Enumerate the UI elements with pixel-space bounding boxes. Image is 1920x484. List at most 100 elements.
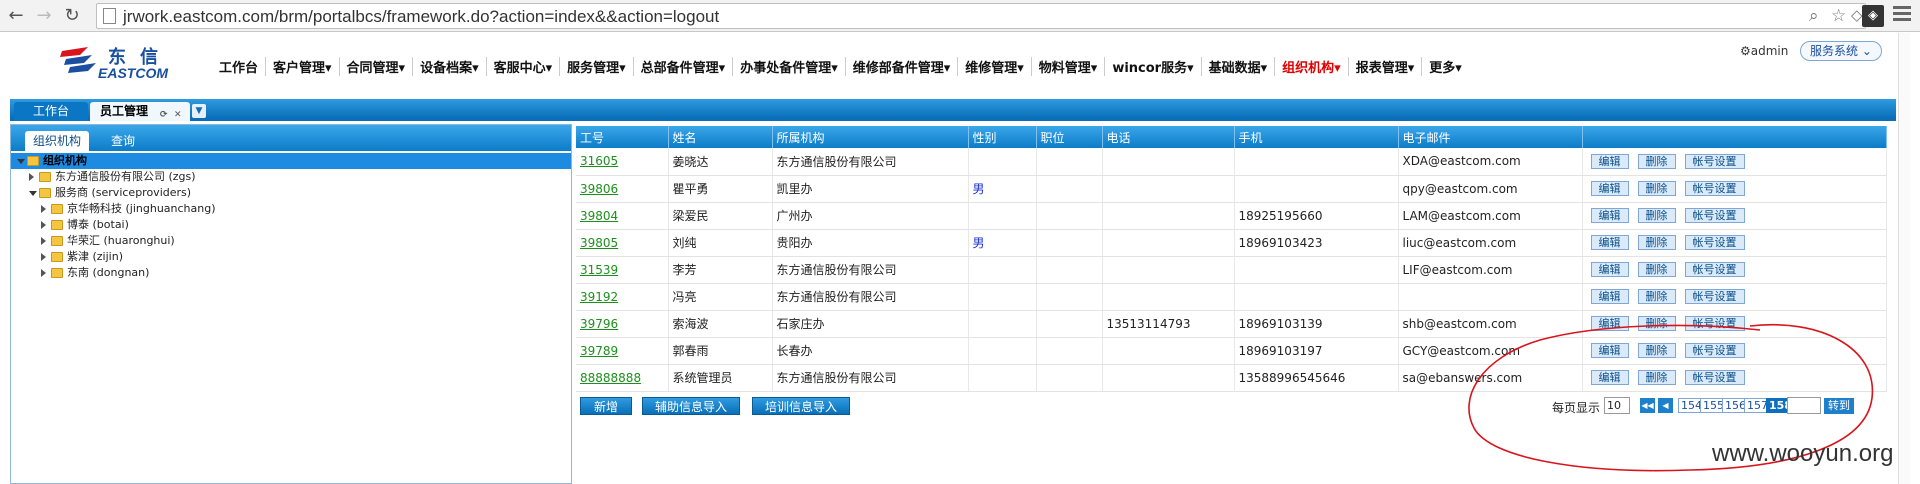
table-row[interactable]: 39806 瞿平勇 凯里办 男 qpy@eastcom.com 编辑 删除 帐号设置 xyxy=(576,175,1887,203)
table-cell-id[interactable]: 39192 xyxy=(576,283,669,311)
edit-button[interactable]: 编辑 xyxy=(1590,289,1629,304)
account-settings-button[interactable]: 帐号设置 xyxy=(1684,289,1745,304)
table-row[interactable]: 31605 姜晓达 东方通信股份有限公司 XDA@eastcom.com 编辑 删除 帐号设… xyxy=(576,148,1887,176)
delete-button[interactable]: 删除 xyxy=(1637,208,1676,223)
extension-icon[interactable]: ◇ xyxy=(1851,6,1863,24)
table-cell-id[interactable]: 39806 xyxy=(576,175,669,203)
tree-expand-icon[interactable] xyxy=(41,269,46,277)
nav-item[interactable]: 组织机构▾ xyxy=(1275,57,1349,76)
account-settings-button[interactable]: 帐号设置 xyxy=(1684,181,1745,196)
browser-menu-icon[interactable] xyxy=(1893,6,1911,24)
table-row[interactable]: 39796 索海波 石家庄办 13513114793 18969103139 shb@ea… xyxy=(576,310,1887,338)
column-header[interactable]: 职位 xyxy=(1036,126,1103,148)
tree-node[interactable]: 紫津 (zijin) xyxy=(11,249,571,265)
tree-node[interactable]: 东南 (dongnan) xyxy=(11,265,571,281)
tree-collapse-icon[interactable] xyxy=(17,159,25,164)
account-settings-button[interactable]: 帐号设置 xyxy=(1684,370,1745,385)
import-training-info-button[interactable]: 培训信息导入 xyxy=(752,397,850,415)
table-cell-id[interactable]: 39805 xyxy=(576,229,669,257)
tree-node[interactable]: 组织机构 xyxy=(11,153,571,169)
nav-item[interactable]: 客服中心▾ xyxy=(487,57,561,76)
table-row[interactable]: 39805 刘纯 贵阳办 男 18969103423 liuc@eastcom.com 编辑… xyxy=(576,229,1887,257)
tree-node[interactable]: 服务商 (serviceproviders) xyxy=(11,185,571,201)
nav-item[interactable]: 合同管理▾ xyxy=(340,57,414,76)
edit-button[interactable]: 编辑 xyxy=(1590,343,1629,358)
employee-id-link[interactable]: 39804 xyxy=(580,209,618,223)
employee-id-link[interactable]: 39806 xyxy=(580,182,618,196)
column-header[interactable]: 所属机构 xyxy=(772,126,969,148)
nav-item[interactable]: 维修部备件管理▾ xyxy=(846,57,959,76)
employee-id-link[interactable]: 31539 xyxy=(580,263,618,277)
account-settings-button[interactable]: 帐号设置 xyxy=(1684,262,1745,277)
nav-item[interactable]: 物料管理▾ xyxy=(1032,57,1106,76)
nav-item[interactable]: 办事处备件管理▾ xyxy=(733,57,846,76)
page-scrollbar[interactable] xyxy=(1898,33,1910,484)
delete-button[interactable]: 删除 xyxy=(1637,316,1676,331)
refresh-tab-icon[interactable]: ⟳ xyxy=(160,106,168,125)
per-page-input[interactable]: 10 xyxy=(1604,397,1630,414)
account-settings-button[interactable]: 帐号设置 xyxy=(1684,235,1745,250)
delete-button[interactable]: 删除 xyxy=(1637,235,1676,250)
tab-query[interactable]: 查询 xyxy=(103,131,143,151)
tab-employee-management[interactable]: 员工管理 ⟳ ✕ xyxy=(90,102,190,121)
address-bar[interactable]: jrwork.eastcom.com/brm/portalbcs/framewo… xyxy=(96,3,1866,29)
delete-button[interactable]: 删除 xyxy=(1637,262,1676,277)
tree-node-label[interactable]: 华荣汇 (huaronghui) xyxy=(66,233,176,249)
edit-button[interactable]: 编辑 xyxy=(1590,316,1629,331)
employee-id-link[interactable]: 88888888 xyxy=(580,371,641,385)
column-header[interactable]: 电话 xyxy=(1102,126,1235,148)
column-header[interactable]: 工号 xyxy=(576,126,669,148)
tab-list-chevron-icon[interactable]: ▼ xyxy=(192,104,206,118)
user-area[interactable]: ⚙admin xyxy=(1740,44,1788,58)
account-settings-button[interactable]: 帐号设置 xyxy=(1684,153,1745,169)
nav-item[interactable]: wincor服务▾ xyxy=(1105,57,1202,76)
nav-item[interactable]: 更多▾ xyxy=(1422,57,1469,76)
table-row[interactable]: 88888888 系统管理员 东方通信股份有限公司 13588996545646 sa@… xyxy=(576,364,1887,392)
tree-node[interactable]: 华荣汇 (huaronghui) xyxy=(11,233,571,249)
prev-page-icon[interactable]: ◀ xyxy=(1658,398,1673,413)
edit-button[interactable]: 编辑 xyxy=(1590,181,1629,196)
nav-item[interactable]: 基础数据▾ xyxy=(1202,57,1276,76)
edit-button[interactable]: 编辑 xyxy=(1590,153,1629,169)
employee-id-link[interactable]: 39805 xyxy=(580,236,618,250)
edit-button[interactable]: 编辑 xyxy=(1590,262,1629,277)
employee-id-link[interactable]: 39192 xyxy=(580,290,618,304)
tree-node-label[interactable]: 紫津 (zijin) xyxy=(66,249,124,265)
tree-expand-icon[interactable] xyxy=(41,205,46,213)
table-cell-id[interactable]: 31539 xyxy=(576,256,669,284)
column-header[interactable]: 姓名 xyxy=(668,126,773,148)
table-cell-id[interactable]: 39804 xyxy=(576,202,669,230)
column-header[interactable] xyxy=(1582,126,1887,148)
nav-item[interactable]: 工作台 xyxy=(212,57,267,76)
delete-button[interactable]: 删除 xyxy=(1637,370,1676,385)
delete-button[interactable]: 删除 xyxy=(1637,289,1676,304)
search-icon[interactable]: ⌕ xyxy=(1809,6,1819,26)
table-cell-id[interactable]: 39789 xyxy=(576,337,669,365)
tree-node-label[interactable]: 组织机构 xyxy=(42,153,88,169)
account-settings-button[interactable]: 帐号设置 xyxy=(1684,316,1745,331)
tab-home[interactable]: 工作台 xyxy=(14,102,88,121)
edit-button[interactable]: 编辑 xyxy=(1590,370,1629,385)
table-row[interactable]: 39192 冯亮 东方通信股份有限公司 编辑 删除 帐号设置 xyxy=(576,283,1887,311)
account-settings-button[interactable]: 帐号设置 xyxy=(1684,208,1745,223)
import-aux-info-button[interactable]: 辅助信息导入 xyxy=(642,397,740,415)
table-cell-id[interactable]: 31605 xyxy=(576,148,669,176)
tree-node-label[interactable]: 京华畅科技 (jinghuanchang) xyxy=(66,201,217,217)
tree-node-label[interactable]: 博泰 (botai) xyxy=(66,217,130,233)
goto-page-button[interactable]: 转到 xyxy=(1824,398,1854,414)
account-settings-button[interactable]: 帐号设置 xyxy=(1684,343,1745,358)
employee-id-link[interactable]: 31605 xyxy=(580,154,618,168)
reload-icon[interactable]: ↻ xyxy=(60,4,84,28)
tree-expand-icon[interactable] xyxy=(29,173,34,181)
tree-node-label[interactable]: 东南 (dongnan) xyxy=(66,265,150,281)
delete-button[interactable]: 删除 xyxy=(1637,181,1676,196)
system-switch-button[interactable]: 服务系统 ⌄ xyxy=(1800,41,1882,61)
star-icon[interactable]: ☆ xyxy=(1831,6,1846,26)
tree-node[interactable]: 京华畅科技 (jinghuanchang) xyxy=(11,201,571,217)
tree-expand-icon[interactable] xyxy=(41,253,46,261)
table-row[interactable]: 39789 郭春雨 长春办 18969103197 GCY@eastcom.com 编辑删… xyxy=(576,337,1887,365)
table-row[interactable]: 31539 李芳 东方通信股份有限公司 LIF@eastcom.com 编辑 删除 帐号设置 xyxy=(576,256,1887,284)
edit-button[interactable]: 编辑 xyxy=(1590,235,1629,250)
employee-id-link[interactable]: 39789 xyxy=(580,344,618,358)
delete-button[interactable]: 删除 xyxy=(1637,153,1676,169)
